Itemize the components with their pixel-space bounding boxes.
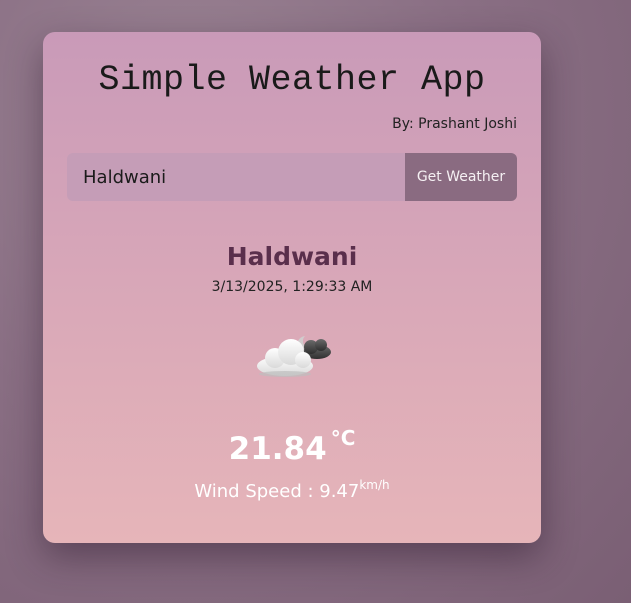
- wind-speed-label: Wind Speed : 9.47: [194, 481, 360, 502]
- app-title: Simple Weather App: [98, 60, 486, 100]
- search-bar: Get Weather: [67, 153, 517, 201]
- city-name: Haldwani: [226, 242, 358, 271]
- weather-card: Simple Weather App By: Prashant Joshi Ge…: [43, 32, 541, 543]
- author-credit: By: Prashant Joshi: [392, 116, 517, 132]
- temperature: 21.84 °C: [43, 426, 541, 467]
- temperature-unit: °C: [330, 426, 356, 450]
- date-time: 3/13/2025, 1:29:33 AM: [211, 279, 373, 295]
- wind-speed: Wind Speed : 9.47km/h: [43, 478, 541, 502]
- wind-speed-unit: km/h: [359, 478, 390, 492]
- get-weather-button[interactable]: Get Weather: [405, 153, 517, 201]
- cloudy-night-icon: [257, 336, 331, 377]
- city-search-input[interactable]: [67, 153, 405, 201]
- temperature-value: 21.84: [228, 431, 327, 467]
